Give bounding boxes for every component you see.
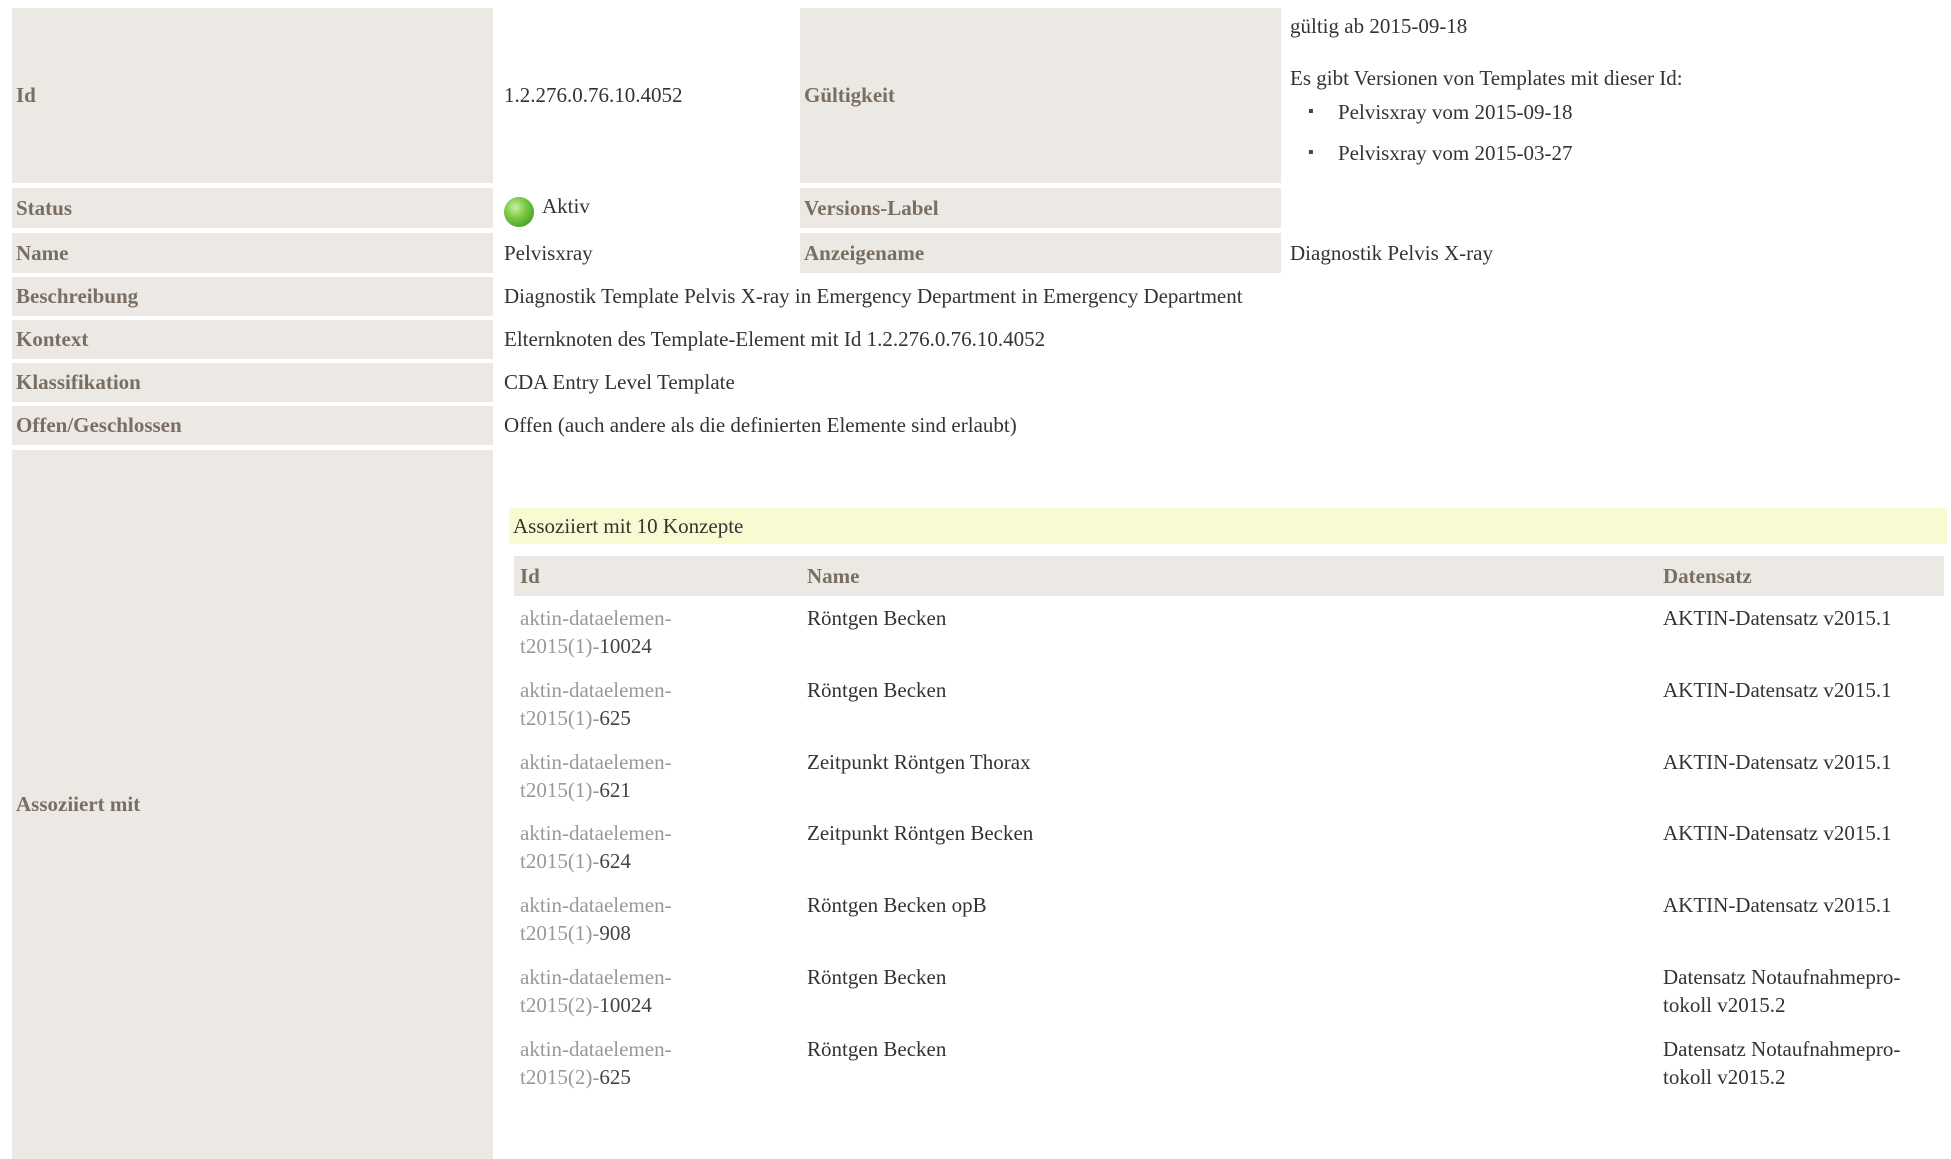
table-row: aktin-dataelemen-t2015(2)-10024 Röntgen … bbox=[514, 963, 1944, 1035]
version-label-label: Versions-Label bbox=[800, 188, 1281, 228]
column-header-id: Id bbox=[520, 564, 540, 588]
column-header-dataset: Datensatz bbox=[1663, 564, 1752, 588]
status-active-icon bbox=[504, 197, 534, 227]
concept-id[interactable]: aktin-dataelemen-t2015(1)-908 bbox=[520, 891, 780, 947]
version-item[interactable]: Pelvisxray vom 2015-03-27 bbox=[1290, 141, 1572, 182]
validity-from: gültig ab 2015-09-18 bbox=[1290, 14, 1468, 38]
concept-id[interactable]: aktin-dataelemen-t2015(1)-624 bbox=[520, 819, 780, 875]
open-closed-label: Offen/Geschlossen bbox=[12, 406, 493, 445]
concept-dataset: Datensatz Notaufnahmepro-tokoll v2015.2 bbox=[1663, 965, 1901, 1017]
concept-id[interactable]: aktin-dataelemen-t2015(2)-10024 bbox=[520, 963, 780, 1019]
table-row: aktin-dataelemen-t2015(1)-625 Röntgen Be… bbox=[514, 676, 1944, 748]
name-label: Name bbox=[12, 233, 493, 273]
table-row: aktin-dataelemen-t2015(2)-625 Röntgen Be… bbox=[514, 1035, 1944, 1107]
context-value: Elternknoten des Template-Element mit Id… bbox=[504, 327, 1046, 351]
concept-name: Röntgen Becken bbox=[807, 1037, 947, 1061]
concept-dataset: AKTIN-Datensatz v2015.1 bbox=[1663, 821, 1892, 845]
concept-id[interactable]: aktin-dataelemen-t2015(1)-621 bbox=[520, 748, 780, 804]
status-label: Status bbox=[12, 188, 493, 228]
concept-dataset: AKTIN-Datensatz v2015.1 bbox=[1663, 606, 1892, 630]
table-row: aktin-dataelemen-t2015(1)-10024 Röntgen … bbox=[514, 604, 1944, 676]
status-text: Aktiv bbox=[542, 194, 590, 218]
column-header-name: Name bbox=[807, 564, 860, 588]
concept-dataset: AKTIN-Datensatz v2015.1 bbox=[1663, 893, 1892, 917]
table-row: aktin-dataelemen-t2015(1)-621 Zeitpunkt … bbox=[514, 748, 1944, 820]
concept-name: Zeitpunkt Röntgen Becken bbox=[807, 821, 1034, 845]
concept-table-header: Id Name Datensatz bbox=[514, 556, 1944, 596]
validity-intro: Es gibt Versionen von Templates mit dies… bbox=[1290, 66, 1683, 90]
name-value: Pelvisxray bbox=[504, 240, 593, 265]
context-label: Kontext bbox=[12, 320, 493, 359]
classification-value: CDA Entry Level Template bbox=[504, 370, 735, 394]
display-name-value: Diagnostik Pelvis X-ray bbox=[1290, 240, 1493, 265]
id-label: Id bbox=[12, 8, 493, 183]
concept-name: Röntgen Becken bbox=[807, 606, 947, 630]
display-name-label: Anzeigename bbox=[800, 233, 1281, 273]
description-label: Beschreibung bbox=[12, 277, 493, 316]
concept-name: Röntgen Becken bbox=[807, 965, 947, 989]
description-value: Diagnostik Template Pelvis X-ray in Emer… bbox=[504, 284, 1243, 308]
concept-name: Zeitpunkt Röntgen Thorax bbox=[807, 750, 1031, 774]
associated-label: Assoziiert mit bbox=[12, 450, 493, 1159]
concept-dataset: AKTIN-Datensatz v2015.1 bbox=[1663, 678, 1892, 702]
validity-label: Gültigkeit bbox=[800, 8, 1281, 183]
concept-id[interactable]: aktin-dataelemen-t2015(1)-625 bbox=[520, 676, 780, 732]
concept-dataset: Datensatz Notaufnahmepro-tokoll v2015.2 bbox=[1663, 1037, 1901, 1089]
concept-name: Röntgen Becken opB bbox=[807, 893, 987, 917]
open-closed-value: Offen (auch andere als die definierten E… bbox=[504, 413, 1017, 437]
status-value: Aktiv bbox=[500, 188, 790, 228]
concept-name: Röntgen Becken bbox=[807, 678, 947, 702]
associated-heading: Assoziiert mit 10 Konzepte bbox=[509, 508, 1947, 544]
id-value: 1.2.276.0.76.10.4052 bbox=[504, 83, 683, 107]
classification-label: Klassifikation bbox=[12, 363, 493, 402]
table-row: aktin-dataelemen-t2015(1)-908 Röntgen Be… bbox=[514, 891, 1944, 963]
version-item[interactable]: Pelvisxray vom 2015-09-18 bbox=[1290, 100, 1572, 141]
concept-id[interactable]: aktin-dataelemen-t2015(2)-625 bbox=[520, 1035, 780, 1091]
concept-dataset: AKTIN-Datensatz v2015.1 bbox=[1663, 750, 1892, 774]
table-row: aktin-dataelemen-t2015(1)-624 Zeitpunkt … bbox=[514, 819, 1944, 891]
version-list: Pelvisxray vom 2015-09-18 Pelvisxray vom… bbox=[1290, 100, 1572, 182]
concept-id[interactable]: aktin-dataelemen-t2015(1)-10024 bbox=[520, 604, 780, 660]
